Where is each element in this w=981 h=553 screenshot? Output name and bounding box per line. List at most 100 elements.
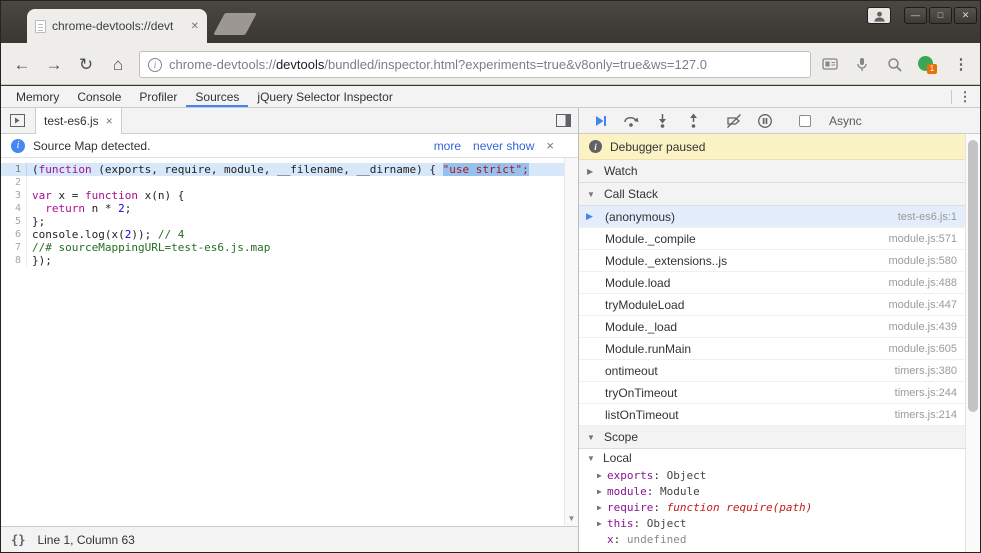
devtools-tab-jquery-selector-inspector[interactable]: jQuery Selector Inspector bbox=[248, 86, 401, 107]
devtools-tabbar: Memory Console Profiler Sources jQuery Selec… bbox=[1, 86, 980, 108]
browser-tab[interactable]: chrome-devtools://devt ✕ bbox=[27, 9, 207, 43]
call-stack-section-header[interactable]: ▼ Call Stack bbox=[579, 183, 965, 206]
code-line-5[interactable]: 5}; bbox=[1, 215, 578, 228]
profile-button[interactable] bbox=[867, 7, 891, 24]
url-text[interactable]: chrome-devtools://devtools/bundled/inspe… bbox=[169, 57, 707, 72]
line-number[interactable]: 4 bbox=[1, 202, 27, 215]
chevron-right-icon[interactable]: ▶ bbox=[597, 503, 607, 512]
line-number[interactable]: 1 bbox=[1, 163, 27, 176]
infobar-close-icon[interactable]: × bbox=[546, 138, 554, 153]
file-tab-label: test-es6.js bbox=[44, 114, 99, 128]
scope-entry-x[interactable]: x: undefined bbox=[579, 531, 965, 547]
zoom-icon[interactable] bbox=[885, 55, 903, 73]
code-line-2[interactable]: 2 bbox=[1, 176, 578, 189]
navigator-toggle-icon[interactable] bbox=[10, 114, 25, 132]
mic-icon[interactable] bbox=[853, 55, 871, 73]
line-number[interactable]: 3 bbox=[1, 189, 27, 202]
call-stack-frame[interactable]: listOnTimeout timers.js:214 bbox=[579, 404, 965, 426]
deactivate-breakpoints-button[interactable] bbox=[725, 113, 743, 129]
async-checkbox[interactable] bbox=[799, 114, 811, 127]
chevron-right-icon[interactable]: ▶ bbox=[597, 471, 607, 480]
code-line-1[interactable]: 1 (function (exports, require, module, __… bbox=[1, 163, 578, 176]
devtools-tab-console[interactable]: Console bbox=[68, 86, 130, 107]
line-number[interactable]: 5 bbox=[1, 215, 27, 228]
code-editor[interactable]: 1 (function (exports, require, module, __… bbox=[1, 158, 578, 526]
chevron-down-icon[interactable]: ▼ bbox=[587, 433, 597, 442]
chevron-down-icon[interactable]: ▼ bbox=[587, 454, 597, 463]
watch-section-header[interactable]: ▶ Watch bbox=[579, 160, 965, 183]
pretty-print-icon[interactable]: {} bbox=[11, 533, 25, 547]
sidebar-panel-glyph bbox=[556, 114, 571, 127]
scope-entry-this[interactable]: ▶ this: Object bbox=[579, 515, 965, 531]
devtools-tab-sources[interactable]: Sources bbox=[186, 86, 249, 107]
property-name: this bbox=[607, 516, 634, 530]
chevron-down-icon[interactable]: ▼ bbox=[587, 190, 597, 199]
forward-button[interactable]: → bbox=[41, 52, 67, 78]
step-out-button[interactable] bbox=[684, 113, 702, 129]
call-stack-frame[interactable]: Module.runMain module.js:605 bbox=[579, 338, 965, 360]
more-link[interactable]: more bbox=[434, 139, 461, 153]
scope-section-header[interactable]: ▼ Scope bbox=[579, 426, 965, 449]
new-tab-button[interactable] bbox=[213, 13, 257, 35]
home-button[interactable]: ⌂ bbox=[105, 52, 131, 78]
never-show-link[interactable]: never show bbox=[473, 139, 534, 153]
code-line-8[interactable]: 8}); bbox=[1, 254, 578, 267]
editor-scrollbar[interactable]: ▼ bbox=[564, 158, 578, 526]
scrollbar-thumb[interactable] bbox=[968, 140, 978, 412]
scope-entry-require[interactable]: ▶ require: function require(path) bbox=[579, 499, 965, 515]
back-button[interactable]: ← bbox=[9, 52, 35, 78]
property-value: Module bbox=[660, 484, 700, 498]
chevron-right-icon[interactable]: ▶ bbox=[587, 167, 597, 176]
pause-on-exceptions-button[interactable] bbox=[756, 113, 774, 129]
property-value: Object bbox=[666, 468, 707, 482]
code-line-3[interactable]: 3 var x = function x(n) { bbox=[1, 189, 578, 202]
call-stack-frame[interactable]: Module._compile module.js:571 bbox=[579, 228, 965, 250]
property-separator: : bbox=[646, 484, 660, 498]
file-tab[interactable]: test-es6.js × bbox=[35, 108, 122, 134]
call-stack-frame[interactable]: Module._load module.js:439 bbox=[579, 316, 965, 338]
code-line-6[interactable]: 6 console.log(x(2)); // 4 bbox=[1, 228, 578, 241]
call-stack-frame[interactable]: ▶ (anonymous) test-es6.js:1 bbox=[579, 206, 965, 228]
call-stack-frame[interactable]: ontimeout timers.js:380 bbox=[579, 360, 965, 382]
scope-entry-module[interactable]: ▶ module: Module bbox=[579, 483, 965, 499]
line-number[interactable]: 8 bbox=[1, 254, 27, 267]
code-line-7[interactable]: 7 //# sourceMappingURL=test-es6.js.map bbox=[1, 241, 578, 254]
scroll-down-icon[interactable]: ▼ bbox=[565, 511, 578, 525]
chevron-right-icon[interactable]: ▶ bbox=[597, 519, 607, 528]
code-line-4[interactable]: 4 return n * 2; bbox=[1, 202, 578, 215]
call-stack-frame[interactable]: Module.load module.js:488 bbox=[579, 272, 965, 294]
resume-button[interactable] bbox=[591, 113, 609, 129]
browser-menu-icon[interactable]: ⋮ bbox=[951, 53, 971, 75]
devtools-menu-icon[interactable]: ⋮ bbox=[956, 86, 974, 108]
address-bar[interactable]: i chrome-devtools://devtools/bundled/ins… bbox=[139, 51, 811, 78]
line-number[interactable]: 7 bbox=[1, 241, 27, 254]
chevron-right-icon[interactable]: ▶ bbox=[597, 487, 607, 496]
card-icon[interactable] bbox=[821, 55, 839, 73]
step-into-button[interactable] bbox=[653, 113, 671, 129]
close-button[interactable]: ✕ bbox=[954, 7, 977, 24]
line-number[interactable]: 6 bbox=[1, 228, 27, 241]
frame-function-name: Module._load bbox=[605, 319, 678, 334]
extension-badge-icon[interactable]: 1 bbox=[918, 56, 937, 74]
call-stack-frame[interactable]: tryOnTimeout timers.js:244 bbox=[579, 382, 965, 404]
site-info-icon[interactable]: i bbox=[148, 57, 162, 72]
line-number[interactable]: 2 bbox=[1, 176, 27, 189]
sidebar-scrollbar[interactable] bbox=[965, 134, 980, 552]
mic-icon-glyph bbox=[857, 57, 867, 71]
scope-local-row[interactable]: ▼ Local bbox=[579, 449, 965, 467]
file-tab-close-icon[interactable]: × bbox=[106, 114, 113, 128]
call-stack-frame[interactable]: Module._extensions..js module.js:580 bbox=[579, 250, 965, 272]
sidebar-panel-icon[interactable] bbox=[556, 114, 571, 132]
minimize-button[interactable]: — bbox=[904, 7, 927, 24]
call-stack-list: ▶ (anonymous) test-es6.js:1 Module._compile… bbox=[579, 206, 965, 426]
reload-button[interactable]: ↻ bbox=[73, 52, 99, 78]
devtools-tab-memory[interactable]: Memory bbox=[7, 86, 68, 107]
scope-entry-exports[interactable]: ▶ exports: Object bbox=[579, 467, 965, 483]
call-stack-frame[interactable]: tryModuleLoad module.js:447 bbox=[579, 294, 965, 316]
tab-close-icon[interactable]: ✕ bbox=[191, 21, 199, 32]
maximize-button[interactable]: □ bbox=[929, 7, 952, 24]
frame-function-name: tryModuleLoad bbox=[605, 297, 685, 312]
devtools-tab-profiler[interactable]: Profiler bbox=[130, 86, 186, 107]
step-over-button[interactable] bbox=[622, 113, 640, 129]
watch-section-label: Watch bbox=[604, 164, 638, 178]
